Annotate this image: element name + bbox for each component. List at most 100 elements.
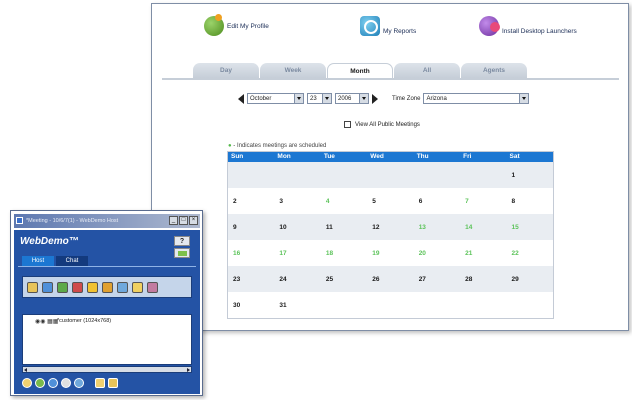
tab-host[interactable]: Host xyxy=(22,256,54,266)
edit-profile-label: Edit My Profile xyxy=(227,22,269,30)
calendar-day-cell[interactable]: 9 xyxy=(228,214,274,240)
tab-month[interactable]: Month xyxy=(327,63,393,78)
calendar-day-cell[interactable]: 23 xyxy=(228,266,274,292)
download-icon[interactable] xyxy=(102,281,113,293)
next-month-arrow-icon[interactable] xyxy=(372,93,378,104)
public-meetings-option[interactable]: View All Public Meetings xyxy=(344,121,420,128)
calendar-day-cell[interactable]: 1 xyxy=(507,162,553,188)
calendar-day-cell[interactable]: 13 xyxy=(414,214,460,240)
share-screen-icon[interactable] xyxy=(27,281,38,293)
calendar-day-cell[interactable]: 2 xyxy=(228,188,274,214)
tab-agents[interactable]: Agents xyxy=(461,63,527,78)
help-button[interactable]: ? xyxy=(174,236,190,246)
profile-icon xyxy=(204,14,224,36)
my-reports-label: My Reports xyxy=(383,27,417,35)
tab-divider xyxy=(18,266,196,267)
edit-profile-link[interactable]: Edit My Profile xyxy=(204,14,269,36)
calendar-day-cell[interactable]: 4 xyxy=(321,188,367,214)
calendar-day-cell[interactable]: 20 xyxy=(414,240,460,266)
calendar-day-cell[interactable]: 16 xyxy=(228,240,274,266)
calendar-day-cell[interactable]: 28 xyxy=(460,266,506,292)
webdemo-window: *Meeting - 10/6/7(1) - WebDemo Host _ □ … xyxy=(10,210,203,396)
calendar-week-row: 30 31 xyxy=(228,292,553,318)
document-icon[interactable] xyxy=(147,281,158,293)
chart-icon[interactable] xyxy=(57,281,68,293)
calendar-day-cell[interactable]: 18 xyxy=(321,240,367,266)
notes-icon[interactable] xyxy=(95,378,105,388)
monitor-icon[interactable] xyxy=(117,281,128,293)
attendee-entry[interactable]: *customer (1024x768) xyxy=(57,318,111,324)
calendar-day-cell[interactable]: 3 xyxy=(274,188,320,214)
weekday-label: Sun xyxy=(231,153,244,160)
horizontal-scrollbar[interactable] xyxy=(22,366,192,373)
day-select[interactable]: 23 xyxy=(307,93,332,104)
tab-week[interactable]: Week xyxy=(260,63,326,78)
calendar-day-cell[interactable]: 19 xyxy=(367,240,413,266)
calendar-day-cell[interactable]: 17 xyxy=(274,240,320,266)
tab-underline xyxy=(162,78,619,80)
pen-icon[interactable] xyxy=(61,378,71,388)
webdemo-logo: WebDemo™ xyxy=(20,236,79,247)
install-launchers-link[interactable]: Install Desktop Launchers xyxy=(479,16,577,36)
month-value: October xyxy=(250,95,272,102)
notes-icon[interactable] xyxy=(132,281,143,293)
presenter-icon[interactable] xyxy=(72,281,83,293)
user-icon[interactable] xyxy=(22,378,32,388)
refresh-icon[interactable] xyxy=(48,378,58,388)
calendar-day-cell[interactable]: 5 xyxy=(367,188,413,214)
tab-all[interactable]: All xyxy=(394,63,460,78)
calendar-day-cell xyxy=(460,292,506,318)
close-button[interactable]: × xyxy=(189,216,198,225)
calendar-day-cell[interactable]: 14 xyxy=(460,214,506,240)
calendar-day-cell[interactable]: 12 xyxy=(367,214,413,240)
calendar-day-cell[interactable]: 7 xyxy=(460,188,506,214)
attendee-list: ◉◉ ▦▦ *customer (1024x768) xyxy=(22,314,192,365)
previous-month-arrow-icon[interactable] xyxy=(238,93,244,104)
year-select[interactable]: 2006 xyxy=(335,93,369,104)
calendar-day-cell xyxy=(414,292,460,318)
calendar-day-cell[interactable]: 30 xyxy=(228,292,274,318)
calendar-day-cell[interactable]: 25 xyxy=(321,266,367,292)
folder-icon[interactable] xyxy=(87,281,98,293)
weekday-label: Fri xyxy=(463,153,472,160)
calendar-day-cell[interactable]: 15 xyxy=(507,214,553,240)
tab-day[interactable]: Day xyxy=(193,63,259,78)
year-value: 2006 xyxy=(338,95,352,102)
pointer-icon[interactable] xyxy=(42,281,53,293)
chevron-down-icon xyxy=(322,94,331,103)
scheduled-dot-icon: ● xyxy=(228,143,232,149)
maximize-button[interactable]: □ xyxy=(179,216,188,225)
minimize-button[interactable]: _ xyxy=(169,216,178,225)
file-icon[interactable] xyxy=(108,378,118,388)
timezone-select[interactable]: Arizona xyxy=(423,93,530,104)
weekday-label: Wed xyxy=(370,153,384,160)
mail-button[interactable] xyxy=(174,248,190,258)
calendar-day-cell xyxy=(367,292,413,318)
calendar-day-cell xyxy=(321,292,367,318)
public-meetings-checkbox[interactable] xyxy=(344,121,351,128)
calendar-day-cell[interactable]: 24 xyxy=(274,266,320,292)
calendar-day-cell[interactable]: 10 xyxy=(274,214,320,240)
month-select[interactable]: October xyxy=(247,93,304,104)
calendar-day-cell[interactable]: 11 xyxy=(321,214,367,240)
calendar-day-cell[interactable]: 21 xyxy=(460,240,506,266)
webdemo-panel: WebDemo™ ? Host Chat ◉◉ ▦▦ *customer (10… xyxy=(14,230,200,394)
weekday-header: Sun Mon Tue Wed Thu Fri Sat xyxy=(228,152,553,162)
my-reports-link[interactable]: My Reports xyxy=(360,16,416,36)
view-icon[interactable] xyxy=(35,378,45,388)
calendar-day-cell[interactable]: 31 xyxy=(274,292,320,318)
window-title-bar[interactable]: *Meeting - 10/6/7(1) - WebDemo Host _ □ … xyxy=(14,214,200,228)
calendar-week-row: 23 24 25 26 27 28 29 xyxy=(228,266,553,292)
tab-chat[interactable]: Chat xyxy=(56,256,88,266)
calendar-day-cell[interactable]: 29 xyxy=(507,266,553,292)
calendar-day-cell[interactable]: 26 xyxy=(367,266,413,292)
calendar-day-cell xyxy=(321,162,367,188)
bottom-toolbar xyxy=(22,378,121,388)
reports-icon xyxy=(360,16,380,36)
calendar-day-cell[interactable]: 6 xyxy=(414,188,460,214)
calendar-day-cell[interactable]: 27 xyxy=(414,266,460,292)
calendar-day-cell[interactable]: 22 xyxy=(507,240,553,266)
calendar-day-cell[interactable]: 8 xyxy=(507,188,553,214)
chevron-down-icon xyxy=(519,94,529,103)
screen-icon[interactable] xyxy=(74,378,84,388)
